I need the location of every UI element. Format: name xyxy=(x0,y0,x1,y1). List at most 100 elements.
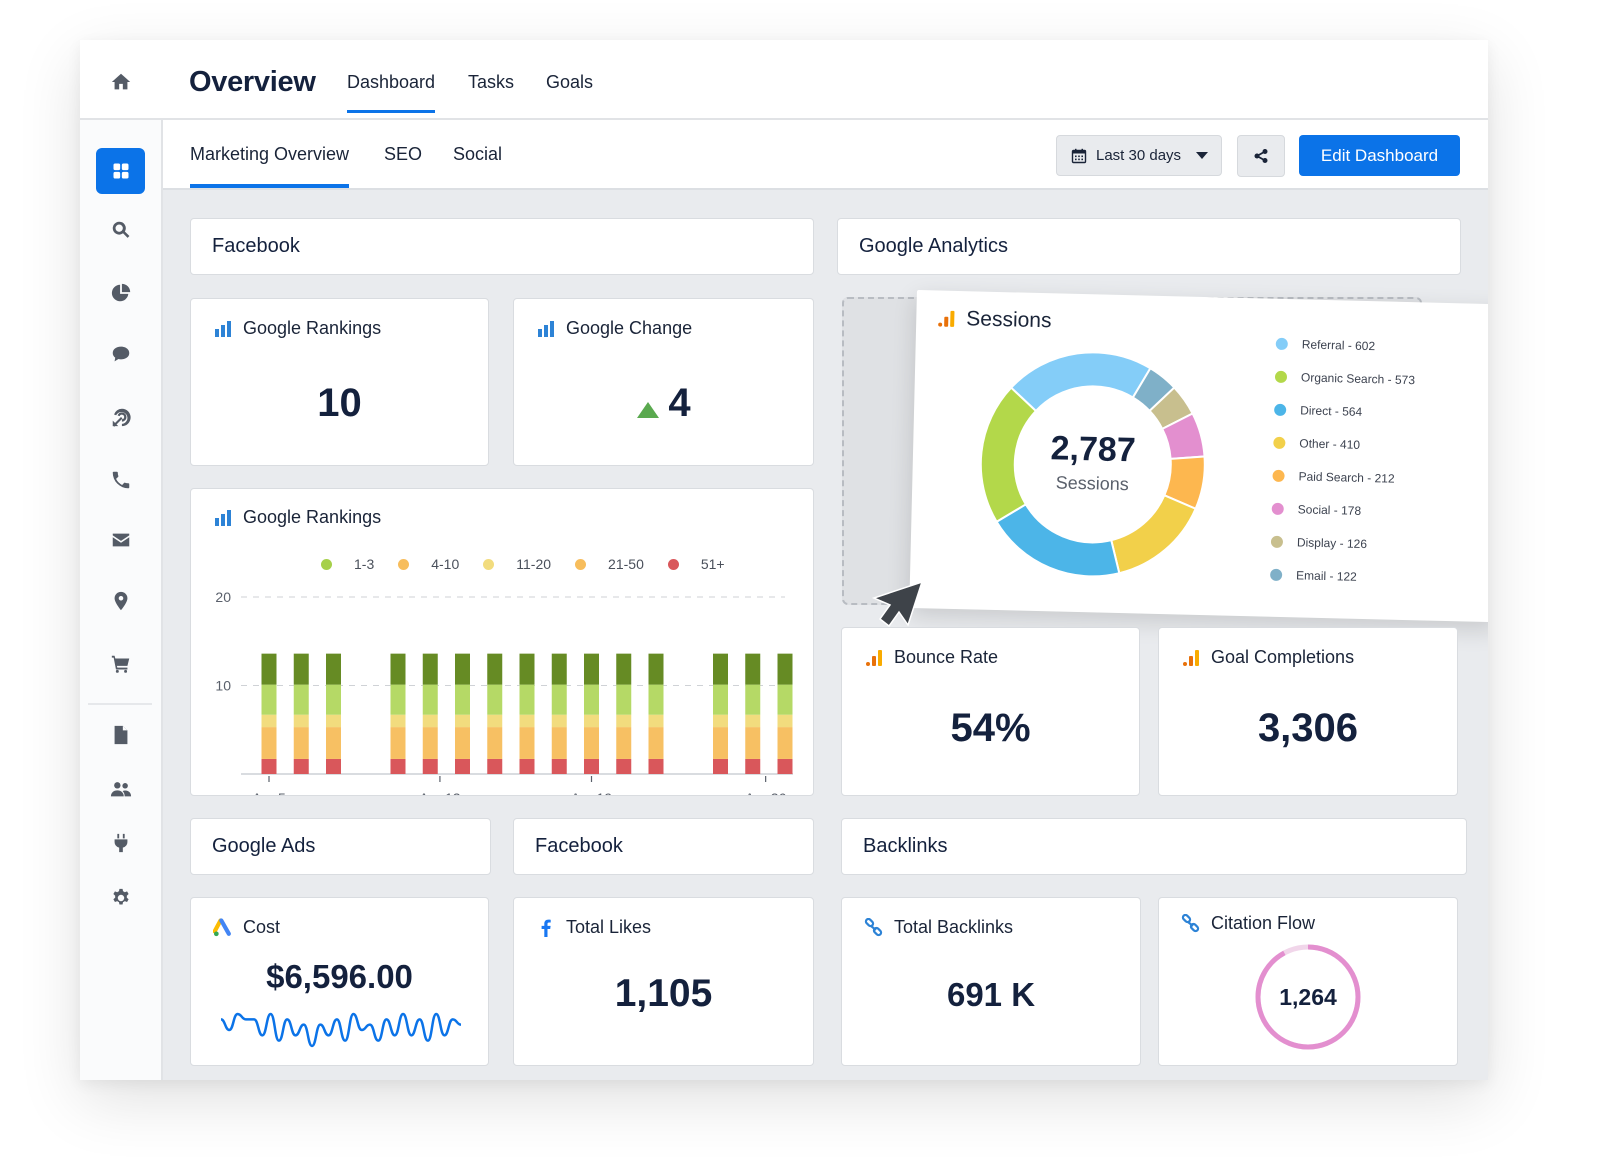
bar-segment-11-20[interactable] xyxy=(551,714,567,728)
bar-segment-21-50[interactable] xyxy=(551,727,567,759)
bar-segment-11-20[interactable] xyxy=(777,714,793,728)
donut-legend-item[interactable]: Paid Search - 212 xyxy=(1272,469,1395,486)
sidebar-item-goals[interactable] xyxy=(80,397,161,437)
donut-legend-item[interactable]: Organic Search - 573 xyxy=(1274,370,1415,387)
sidebar-item-dashboards[interactable] xyxy=(80,148,161,194)
tab-seo[interactable]: SEO xyxy=(384,144,422,165)
bar-segment-51+[interactable] xyxy=(777,758,793,774)
bar-segment-4-10[interactable] xyxy=(616,684,632,715)
bar-segment-1-3[interactable] xyxy=(293,653,309,685)
bar-segment-21-50[interactable] xyxy=(390,727,406,759)
bar-segment-4-10[interactable] xyxy=(455,684,470,715)
sidebar-item-integrations[interactable] xyxy=(80,823,161,863)
widget-google-rankings-chart[interactable]: Google Rankings 1-3 4-10 11-20 21-50 51+ 10 2… xyxy=(190,488,814,796)
bar-segment-51+[interactable] xyxy=(551,758,567,774)
widget-google-change[interactable]: Google Change 4 xyxy=(513,298,814,466)
bar-segment-1-3[interactable] xyxy=(745,653,761,685)
tab-goals[interactable]: Goals xyxy=(546,72,593,93)
date-range-dropdown[interactable]: Last 30 days xyxy=(1056,135,1222,176)
widget-sessions[interactable]: Sessions 2,787 Sessions Referral - 602 Or… xyxy=(909,290,1488,623)
bar-segment-11-20[interactable] xyxy=(326,714,341,728)
sidebar-item-email[interactable] xyxy=(80,520,161,560)
bar-segment-4-10[interactable] xyxy=(745,684,761,715)
bar-segment-1-3[interactable] xyxy=(422,653,438,685)
bar-segment-11-20[interactable] xyxy=(455,714,470,728)
bar-segment-11-20[interactable] xyxy=(422,714,438,728)
tab-marketing-overview[interactable]: Marketing Overview xyxy=(190,144,350,188)
donut-slice-direct[interactable] xyxy=(995,502,1121,578)
sidebar-item-home[interactable] xyxy=(80,62,161,102)
bar-segment-21-50[interactable] xyxy=(648,727,664,759)
bar-segment-1-3[interactable] xyxy=(326,653,341,685)
bar-segment-4-10[interactable] xyxy=(390,684,406,715)
widget-citation-flow[interactable]: Citation Flow 1,264 xyxy=(1158,897,1458,1066)
donut-legend-item[interactable]: Display - 126 xyxy=(1270,535,1367,551)
widget-bounce-rate[interactable]: Bounce Rate 54% xyxy=(841,627,1140,796)
donut-slice-referral[interactable] xyxy=(1009,350,1152,413)
sidebar-item-search[interactable] xyxy=(80,210,161,250)
bar-segment-4-10[interactable] xyxy=(584,684,599,715)
bar-segment-1-3[interactable] xyxy=(455,653,470,685)
sidebar-item-messages[interactable] xyxy=(80,334,161,374)
bar-segment-51+[interactable] xyxy=(261,758,277,774)
sidebar-item-calls[interactable] xyxy=(80,460,161,500)
bar-segment-4-10[interactable] xyxy=(293,684,309,715)
bar-segment-21-50[interactable] xyxy=(713,727,728,759)
bar-segment-51+[interactable] xyxy=(422,758,438,774)
bar-segment-11-20[interactable] xyxy=(487,714,503,728)
bar-segment-4-10[interactable] xyxy=(648,684,664,715)
bar-segment-51+[interactable] xyxy=(293,758,309,774)
bar-segment-11-20[interactable] xyxy=(261,714,277,728)
donut-legend-item[interactable]: Direct - 564 xyxy=(1274,403,1362,419)
bar-segment-1-3[interactable] xyxy=(584,653,599,685)
bar-segment-1-3[interactable] xyxy=(390,653,406,685)
sidebar-item-users[interactable] xyxy=(80,769,161,809)
bar-segment-4-10[interactable] xyxy=(519,684,535,715)
bar-segment-1-3[interactable] xyxy=(519,653,535,685)
donut-legend-item[interactable]: Referral - 602 xyxy=(1275,337,1375,353)
bar-segment-1-3[interactable] xyxy=(261,653,277,685)
bar-segment-21-50[interactable] xyxy=(293,727,309,759)
bar-segment-21-50[interactable] xyxy=(326,727,341,759)
bar-segment-4-10[interactable] xyxy=(777,684,793,715)
bar-segment-11-20[interactable] xyxy=(519,714,535,728)
widget-total-likes[interactable]: Total Likes 1,105 xyxy=(513,897,814,1066)
bar-segment-1-3[interactable] xyxy=(551,653,567,685)
bar-segment-1-3[interactable] xyxy=(648,653,664,685)
bar-segment-51+[interactable] xyxy=(326,758,341,774)
widget-total-backlinks[interactable]: Total Backlinks 691 K xyxy=(841,897,1141,1066)
bar-segment-11-20[interactable] xyxy=(390,714,406,728)
bar-segment-21-50[interactable] xyxy=(455,727,470,759)
donut-slice-other[interactable] xyxy=(1110,493,1197,575)
widget-cost[interactable]: Cost $6,596.00 xyxy=(190,897,489,1066)
tab-tasks[interactable]: Tasks xyxy=(468,72,514,93)
bar-segment-11-20[interactable] xyxy=(745,714,761,728)
bar-segment-51+[interactable] xyxy=(616,758,632,774)
bar-segment-11-20[interactable] xyxy=(713,714,728,728)
bar-segment-4-10[interactable] xyxy=(487,684,503,715)
widget-google-rankings[interactable]: Google Rankings 10 xyxy=(190,298,489,466)
sidebar-item-reports[interactable] xyxy=(80,273,161,313)
tab-social[interactable]: Social xyxy=(453,144,502,165)
sidebar-item-documents[interactable] xyxy=(80,715,161,755)
bar-segment-11-20[interactable] xyxy=(648,714,664,728)
bar-segment-1-3[interactable] xyxy=(713,653,728,685)
bar-segment-51+[interactable] xyxy=(519,758,535,774)
bar-segment-4-10[interactable] xyxy=(713,684,728,715)
bar-segment-51+[interactable] xyxy=(648,758,664,774)
bar-segment-51+[interactable] xyxy=(584,758,599,774)
bar-segment-51+[interactable] xyxy=(455,758,470,774)
tab-dashboard[interactable]: Dashboard xyxy=(347,72,436,113)
bar-segment-1-3[interactable] xyxy=(487,653,503,685)
bar-segment-21-50[interactable] xyxy=(422,727,438,759)
bar-segment-51+[interactable] xyxy=(487,758,503,774)
donut-legend-item[interactable]: Email - 122 xyxy=(1270,568,1357,584)
share-button[interactable] xyxy=(1237,135,1285,177)
bar-segment-21-50[interactable] xyxy=(745,727,761,759)
sidebar-item-ecommerce[interactable] xyxy=(80,644,161,684)
bar-segment-21-50[interactable] xyxy=(616,727,632,759)
bar-segment-1-3[interactable] xyxy=(616,653,632,685)
sidebar-item-locations[interactable] xyxy=(80,581,161,621)
bar-segment-51+[interactable] xyxy=(713,758,728,774)
bar-segment-4-10[interactable] xyxy=(261,684,277,715)
